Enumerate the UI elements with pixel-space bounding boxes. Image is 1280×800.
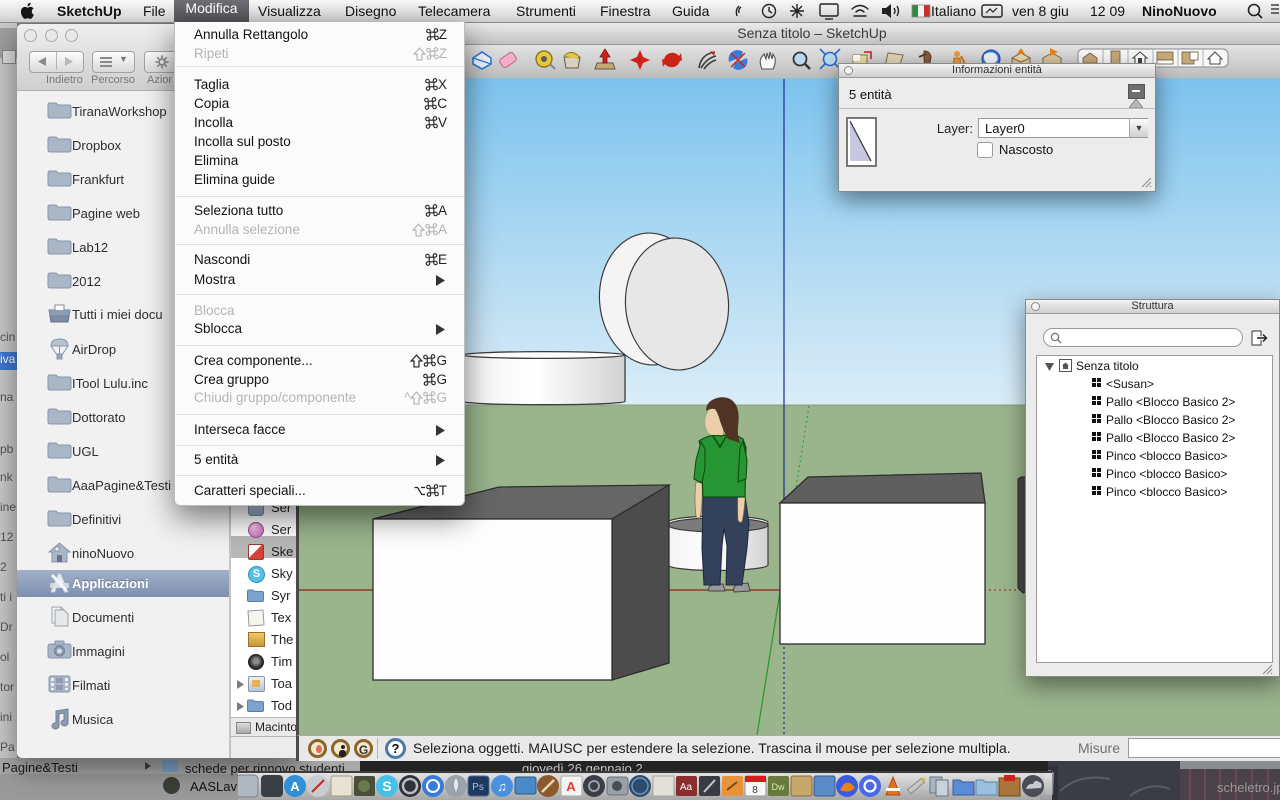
svg-text:scheletro.jp: scheletro.jp bbox=[1217, 780, 1280, 795]
svg-text:S: S bbox=[382, 778, 391, 794]
svg-text:A: A bbox=[290, 779, 300, 794]
svg-text:8: 8 bbox=[752, 785, 758, 796]
svg-text:Ps: Ps bbox=[472, 782, 484, 793]
svg-text:Aa: Aa bbox=[680, 782, 693, 793]
svg-text:♫: ♫ bbox=[497, 779, 507, 794]
svg-text:A: A bbox=[566, 779, 576, 794]
svg-text:Dw: Dw bbox=[772, 782, 785, 792]
